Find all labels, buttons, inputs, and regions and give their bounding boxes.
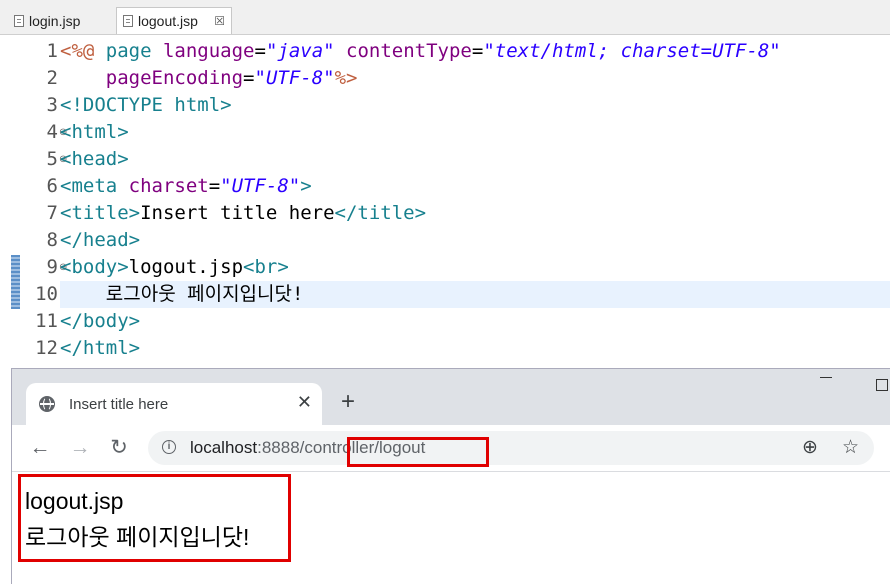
code-string: "UTF-8" [254,67,335,89]
code-eq: = [254,40,266,62]
tab-login-jsp[interactable]: login.jsp [8,7,114,34]
code-tag: </title> [334,202,427,224]
address-bar[interactable]: i localhost:8888/controller/logout ⊕ ☆ [148,431,874,467]
code-text: logout.jsp [128,256,244,278]
tab-logout-jsp[interactable]: logout.jsp ☒ [116,7,232,34]
info-icon[interactable]: i [162,440,176,454]
close-icon[interactable]: ☒ [214,14,225,28]
code-eq: = [208,175,221,197]
code-line: <%@ page language="java" contentType="te… [60,38,890,65]
line-number: 7 [46,202,58,224]
code-attr: language [162,40,255,62]
new-tab-button[interactable]: + [341,389,355,415]
code-tag: <br> [243,256,289,278]
editor-tab-bar: login.jsp logout.jsp ☒ [0,0,890,35]
code-eq: = [243,67,255,89]
code-line: </head> [60,229,141,251]
code-line: </body> [60,310,141,332]
tab-label: logout.jsp [138,13,198,29]
bookmark-star-icon[interactable]: ☆ [842,436,859,459]
line-number: 3 [46,94,58,116]
overview-ruler [0,35,10,368]
jsp-file-icon [14,14,24,27]
line-number: 8 [46,229,58,251]
code-string: "UTF-8" [220,175,301,197]
code-string: "java" [265,40,335,62]
code-attr: charset [117,175,209,197]
line-number: 2 [46,67,58,89]
url-host: localhost [190,438,258,457]
globe-icon [39,396,55,412]
url-port: :8888 [257,438,300,457]
code-line-current: 로그아웃 페이지입니닷! [60,281,890,308]
code-tag: <title> [60,202,141,224]
line-number: 11 [35,310,58,332]
close-tab-icon[interactable]: ✕ [297,392,312,412]
line-number: 4 [46,121,58,143]
browser-toolbar: ← → ↻ i localhost:8888/controller/logout… [12,425,890,472]
code-attr: contentType [334,40,472,62]
code-keyword: page [94,40,163,62]
code-line: <title>Insert title here</title> [60,200,890,227]
code-tag: <meta [60,175,118,197]
line-number: 9 [46,256,58,278]
code-line: pageEncoding="UTF-8"%> [60,65,890,92]
line-number: 6 [46,175,58,197]
code-attr: pageEncoding [105,67,244,89]
browser-tab-title: Insert title here [69,395,169,413]
code-text: Insert title here [140,202,335,224]
code-line: <!DOCTYPE html> [60,94,232,116]
line-number: 10 [35,283,58,305]
code-line: <head> [60,148,129,170]
code-tag: > [300,175,312,197]
eclipse-editor: login.jsp logout.jsp ☒ 1 2 3 4 ⊖ 5 ⊖ 6 7… [0,0,890,368]
code-tag: <body> [60,256,129,278]
reload-button[interactable]: ↻ [104,433,134,463]
line-number: 1 [46,40,58,62]
url-text[interactable]: localhost:8888/controller/logout [190,437,489,467]
jsp-file-icon [123,15,133,27]
page-content: logout.jsp 로그아웃 페이지입니닷! [12,472,890,585]
code-line: <html> [60,121,129,143]
code-eq: = [471,40,484,62]
forward-button[interactable]: → [65,433,95,463]
code-line: <body>logout.jsp<br> [60,254,890,281]
chrome-window: Insert title here ✕ + ← → ↻ i localhost:… [11,368,890,584]
line-number-gutter: 1 2 3 4 ⊖ 5 ⊖ 6 7 8 9 ⊖ 10 11 12 [10,35,67,368]
code-line: </html> [60,337,141,359]
browser-tab[interactable]: Insert title here ✕ [26,383,322,425]
url-path-highlight-box [347,437,489,467]
zoom-icon[interactable]: ⊕ [802,436,818,459]
browser-title-bar: Insert title here ✕ + [12,369,890,425]
code-line: <meta charset="UTF-8"> [60,173,890,200]
code-string: "text/html; charset=UTF-8" [483,40,781,62]
maximize-button[interactable] [876,379,888,391]
tab-label: login.jsp [29,12,81,29]
back-button[interactable]: ← [25,433,55,463]
jsp-directive-open: <%@ [60,40,95,62]
jsp-directive-close: %> [334,67,358,89]
line-number: 5 [46,148,58,170]
content-highlight-box [18,474,291,562]
line-number: 12 [35,337,58,359]
minimize-button[interactable] [820,377,832,378]
